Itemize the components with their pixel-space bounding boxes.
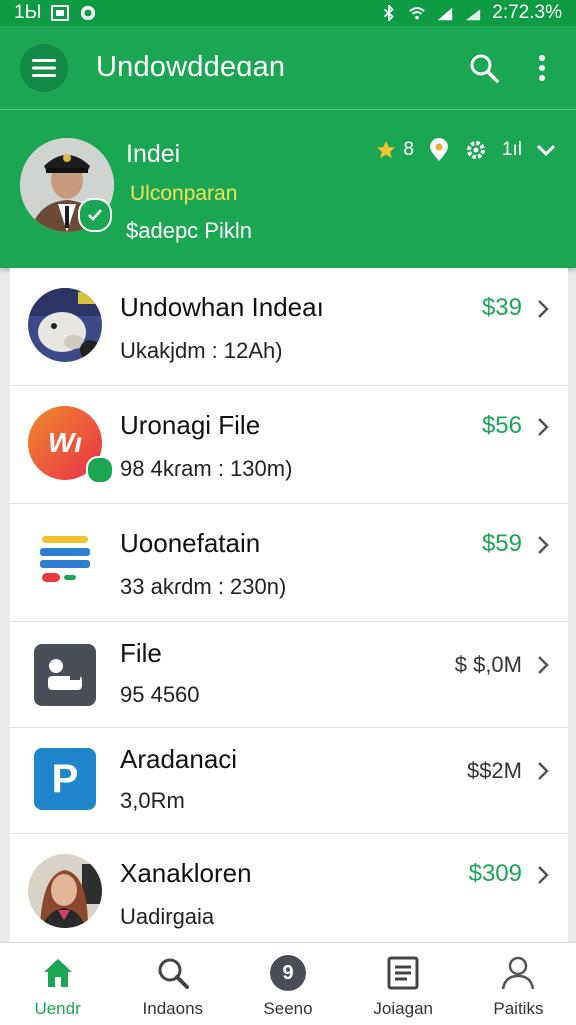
list-item[interactable]: Wı Uronagi File 98 4kɾam : 130m) $56: [10, 386, 568, 504]
item-title: File: [120, 638, 162, 668]
badge-9-icon: 9: [270, 955, 306, 991]
nav-label: Indaons: [142, 999, 204, 1018]
item-logo-text: Wı: [47, 427, 83, 458]
item-title: Uoonefatain: [120, 528, 261, 558]
item-subtitle: Uadirgaia: [120, 904, 215, 929]
status-time-battery: 2:72.3%: [492, 2, 562, 23]
chevron-right-icon: [538, 656, 549, 674]
list-item[interactable]: Undowhan Indeaı Ukakjdm : 12Ah) $39: [10, 268, 568, 386]
nav-documents[interactable]: Joiagan: [346, 943, 461, 1025]
nav-label: Paitiks: [493, 999, 544, 1018]
check-icon: [88, 209, 102, 221]
item-subtitle: 98 4kɾam : 130m): [120, 456, 293, 481]
image-notification-icon: [51, 5, 70, 21]
profile-header[interactable]: Indei Ulconparan $adepc Pikln 8 1ıl: [0, 110, 576, 268]
rating-value: 8: [403, 139, 414, 160]
item-title: Undowhan Indeaı: [120, 292, 324, 322]
item-subtitle: 33 akɾdm : 230n): [120, 574, 287, 599]
list-item[interactable]: File 95 4560 $ $,0M: [10, 622, 568, 728]
app-bar: Undowddeɑan: [0, 26, 576, 110]
list-item[interactable]: Xanakloren Uadirgaia $309: [10, 834, 568, 954]
stacked-bars-icon: [28, 524, 102, 598]
list-item[interactable]: P Aradanaci 3,0Rm $$2M: [10, 728, 568, 834]
chevron-right-icon: [538, 866, 549, 884]
whatsapp-notification-icon: [81, 5, 96, 21]
item-title: Uronagi File: [120, 410, 261, 440]
bottom-navigation: Uendr Indaons 9 Seeno Joiagan Paitiks: [0, 942, 576, 1025]
item-list: Undowhan Indeaı Ukakjdm : 12Ah) $39 Wı U…: [10, 268, 568, 954]
woman-photo-icon: [28, 854, 102, 928]
file-card-icon: [48, 659, 82, 690]
search-icon: [470, 54, 499, 83]
more-options-button[interactable]: [528, 46, 556, 90]
notification-count: 9: [282, 961, 294, 984]
document-icon: [387, 956, 419, 990]
item-title: Aradanaci: [120, 744, 238, 774]
parking-letter-icon: P: [51, 756, 79, 801]
settings-icon[interactable]: [464, 138, 488, 162]
location-pin-icon: [429, 138, 448, 161]
item-price: $ $,0M: [454, 652, 522, 677]
star-icon: [377, 140, 396, 159]
home-icon: [43, 959, 72, 987]
chevron-right-icon: [538, 536, 549, 554]
profile-subtitle: Ulconparan: [130, 182, 238, 205]
status-left-text: 1Ы: [14, 2, 42, 23]
nav-label: Seeno: [263, 999, 313, 1018]
signal-text: 1ıl: [501, 139, 522, 160]
hamburger-icon: [32, 58, 56, 77]
item-subtitle: 3,0Rm: [120, 788, 185, 813]
chevron-right-icon: [538, 418, 549, 436]
search-icon: [158, 958, 189, 989]
more-vertical-icon: [539, 54, 545, 81]
chevron-down-icon[interactable]: [536, 143, 556, 157]
nav-label: Joiagan: [373, 999, 433, 1018]
nav-notifications[interactable]: 9 Seeno: [230, 943, 345, 1025]
item-title: Xanakloren: [120, 858, 252, 888]
item-price: $$2M: [466, 758, 522, 783]
item-price: $59: [481, 530, 522, 557]
profile-balance: $adepc Pikln: [126, 218, 252, 243]
item-avatar: P: [34, 748, 96, 810]
nav-profile[interactable]: Paitiks: [461, 943, 576, 1025]
item-avatar: [28, 288, 102, 362]
wifi-icon: [409, 7, 426, 20]
item-subtitle: Ukakjdm : 12Ah): [120, 338, 283, 363]
item-avatar: [28, 854, 102, 928]
profile-stats: 8 1ıl: [375, 138, 556, 162]
nav-home[interactable]: Uendr: [0, 943, 115, 1025]
item-price: $39: [481, 294, 522, 321]
signal-icon: [438, 7, 453, 21]
signal-2-icon: [466, 9, 481, 21]
list-item[interactable]: Uoonefatain 33 akɾdm : 230n) $59: [10, 504, 568, 622]
item-price: $56: [481, 412, 522, 439]
status-right: 2:72.3%: [380, 2, 562, 24]
nav-search[interactable]: Indaons: [115, 943, 230, 1025]
item-price: $309: [468, 860, 522, 887]
chevron-right-icon: [538, 762, 549, 780]
person-icon: [502, 956, 535, 990]
search-button[interactable]: [462, 46, 506, 90]
nav-label: Uendr: [34, 999, 81, 1018]
status-bar: 1Ы 2:72.3%: [0, 0, 576, 26]
app-title: Undowddeɑan: [96, 51, 286, 83]
bluetooth-icon: [384, 5, 395, 21]
edit-badge: [86, 456, 114, 484]
verified-badge: [78, 198, 112, 232]
item-avatar: [34, 644, 96, 706]
menu-button[interactable]: [20, 43, 68, 92]
dog-photo-icon: [28, 288, 102, 362]
profile-name: Indei: [126, 140, 181, 168]
chevron-right-icon: [538, 300, 549, 318]
item-avatar: [28, 524, 102, 598]
status-left: 1Ы: [14, 2, 97, 24]
item-subtitle: 95 4560: [120, 682, 200, 707]
